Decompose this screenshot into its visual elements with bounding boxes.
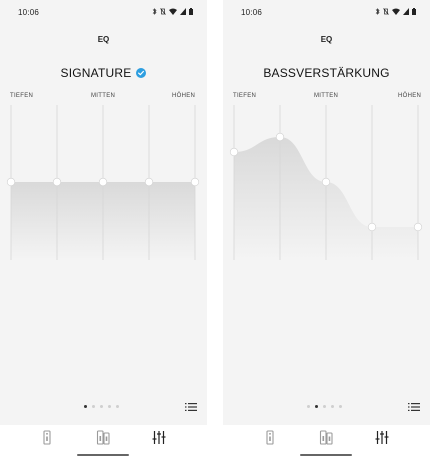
bluetooth-icon — [152, 8, 157, 15]
eq-band-handle[interactable] — [190, 177, 200, 187]
eq-band-handle[interactable] — [413, 222, 423, 232]
battery-icon — [412, 8, 416, 15]
bottom-navigation — [223, 425, 430, 461]
page-dot[interactable] — [331, 405, 334, 408]
pager-row — [0, 400, 207, 414]
page-dot[interactable] — [315, 405, 318, 408]
status-icons — [375, 8, 416, 15]
eq-band-handle[interactable] — [321, 177, 331, 187]
band-label-high: HÖHEN — [172, 93, 196, 99]
band-label-low: TIEFEN — [233, 93, 257, 99]
status-bar: 10:06 — [0, 0, 207, 26]
speaker-single-icon[interactable] — [40, 430, 54, 445]
page-dot[interactable] — [307, 405, 310, 408]
list-icon[interactable] — [408, 402, 420, 412]
equalizer-icon[interactable] — [152, 430, 166, 445]
signal-icon — [403, 8, 409, 15]
band-label-mid: MITTEN — [314, 93, 339, 99]
status-bar: 10:06 — [223, 0, 430, 26]
preset-header[interactable]: BASSVERSTÄRKUNG — [223, 66, 430, 80]
band-label-low: TIEFEN — [10, 93, 34, 99]
vibrate-off-icon — [160, 8, 166, 15]
eq-band-handle[interactable] — [275, 132, 285, 142]
page-dot[interactable] — [92, 405, 95, 408]
battery-icon — [189, 8, 193, 15]
preset-name: BASSVERSTÄRKUNG — [263, 66, 390, 80]
speaker-pair-icon[interactable] — [319, 430, 333, 445]
eq-screen-bass-boost: 10:06 EQ BASSVERSTÄRKUNG TIEFEN MITTEN H… — [223, 0, 430, 461]
page-dot[interactable] — [108, 405, 111, 408]
eq-band-handle[interactable] — [367, 222, 377, 232]
home-indicator — [77, 454, 129, 456]
status-time: 10:06 — [241, 8, 263, 17]
preset-name: SIGNATURE — [60, 66, 132, 80]
eq-band-handle[interactable] — [144, 177, 154, 187]
eq-band-handle[interactable] — [98, 177, 108, 187]
eq-curve-graph[interactable] — [0, 105, 207, 265]
eq-content: 10:06 EQ BASSVERSTÄRKUNG TIEFEN MITTEN H… — [223, 0, 430, 425]
bluetooth-icon — [375, 8, 380, 15]
equalizer-icon[interactable] — [375, 430, 389, 445]
page-title: EQ — [320, 35, 333, 44]
band-labels: TIEFEN MITTEN HÖHEN — [223, 93, 430, 103]
page-dot[interactable] — [323, 405, 326, 408]
status-time: 10:06 — [18, 8, 40, 17]
eq-band-handle[interactable] — [52, 177, 62, 187]
pager-row — [223, 400, 430, 414]
band-label-mid: MITTEN — [91, 93, 116, 99]
page-dots — [84, 405, 119, 408]
home-indicator — [300, 454, 352, 456]
page-dot[interactable] — [100, 405, 103, 408]
speaker-pair-icon[interactable] — [96, 430, 110, 445]
eq-band-handle[interactable] — [229, 147, 239, 157]
page-dot[interactable] — [116, 405, 119, 408]
preset-header[interactable]: SIGNATURE — [0, 66, 207, 80]
page-dots — [307, 405, 342, 408]
speaker-single-icon[interactable] — [263, 430, 277, 445]
wifi-icon — [392, 8, 400, 15]
eq-band-handle[interactable] — [6, 177, 16, 187]
eq-screen-signature: 10:06 EQ SIGNATURE TIEFEN MITTEN HÖHEN — [0, 0, 207, 461]
eq-curve-graph[interactable] — [223, 105, 430, 265]
status-icons — [152, 8, 193, 15]
signal-icon — [180, 8, 186, 15]
band-labels: TIEFEN MITTEN HÖHEN — [0, 93, 207, 103]
band-label-high: HÖHEN — [398, 93, 422, 99]
page-dot[interactable] — [84, 405, 87, 408]
page-dot[interactable] — [339, 405, 342, 408]
page-title: EQ — [97, 35, 110, 44]
vibrate-off-icon — [383, 8, 389, 15]
wifi-icon — [169, 8, 177, 15]
check-circle-icon — [136, 68, 147, 78]
bottom-navigation — [0, 425, 207, 461]
app-screens: 10:06 EQ SIGNATURE TIEFEN MITTEN HÖHEN 1… — [0, 0, 430, 461]
list-icon[interactable] — [185, 402, 197, 412]
eq-content: 10:06 EQ SIGNATURE TIEFEN MITTEN HÖHEN — [0, 0, 207, 425]
